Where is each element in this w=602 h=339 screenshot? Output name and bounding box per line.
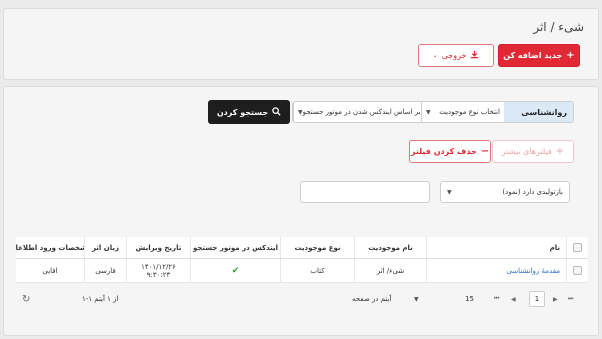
cell-entity-type: کتاب <box>280 259 354 282</box>
cell-entry-info: اقایی <box>42 266 58 275</box>
search-term[interactable]: روانشناسی <box>503 102 573 122</box>
page-title: شیء / اثر <box>533 20 584 34</box>
search-icon <box>272 106 281 118</box>
more-filters-button[interactable]: فیلترهای بیشتر + <box>492 140 574 163</box>
per-page-label: آیتم در صفحه <box>352 295 392 303</box>
current-page[interactable]: 1 <box>529 291 545 307</box>
table-row[interactable]: مقدمهٔ روانشناسی شیء/ اثر کتاب ✔ ۱۴۰۱/۱۲… <box>16 259 588 283</box>
col-header-entry-info[interactable]: مشخصات ورود اطلاعات <box>16 237 84 258</box>
add-new-label: جدید اضافه کن <box>503 51 563 60</box>
chevron-down-icon: ⌄ <box>432 52 438 59</box>
cell-name: مقدمهٔ روانشناسی <box>426 259 566 282</box>
caret-down-icon: ▼ <box>414 295 419 303</box>
index-select[interactable]: ▼ بر اساس ایندکس شدن در موتور جستجو <box>293 102 421 122</box>
remove-filter-label: حذف کردن فیلتر <box>410 147 477 156</box>
results-table: نام نام موجودیت نوع موجودیت ایندکس در مو… <box>16 237 588 283</box>
filter-field-select[interactable]: ▼ بازتولیدی دارد (نمود) <box>440 181 570 203</box>
caret-down-icon: ▼ <box>447 188 452 196</box>
refresh-icon[interactable]: ↻ <box>22 294 30 305</box>
filter-value-input[interactable] <box>300 181 430 203</box>
plus-icon: + <box>555 146 565 157</box>
cell-edit-date: ۱۴۰۱/۱۲/۲۶ ۹:۳۰:۲۳ <box>126 259 190 282</box>
edit-date: ۱۴۰۱/۱۲/۲۶ <box>141 262 176 271</box>
search-bar: ▼ بر اساس ایندکس شدن در موتور جستجو ▼ ان… <box>292 101 574 123</box>
pagination-bar: ↻ ۱-۱ از ۱ آیتم آیتم در صفحه ▼ 15 ◀ ⏮ 1 … <box>16 287 588 311</box>
col-header-edit-date[interactable]: تاریخ ویرایش <box>126 237 190 258</box>
header-panel: شیء / اثر جدید اضافه کن + ⌄ خروجی <box>3 8 599 80</box>
row-name-link[interactable]: مقدمهٔ روانشناسی <box>506 267 560 275</box>
more-filters-label: فیلترهای بیشتر <box>501 147 552 156</box>
col-header-entity-type[interactable]: نوع موجودیت <box>280 237 354 258</box>
plus-icon: + <box>566 50 575 61</box>
select-all-checkbox[interactable] <box>573 243 582 252</box>
col-header-entity-name[interactable]: نام موجودیت <box>354 237 426 258</box>
check-icon: ✔ <box>231 265 240 276</box>
cell-language: فارسی <box>84 259 126 282</box>
col-header-language[interactable]: زبان اثر <box>84 237 126 258</box>
col-header-indexed[interactable]: ایندکس در موتور جستجو <box>190 237 280 258</box>
main-panel: ▼ بر اساس ایندکس شدن در موتور جستجو ▼ ان… <box>3 86 599 336</box>
col-header-name[interactable]: نام <box>426 237 566 258</box>
row-checkbox-cell <box>566 259 588 282</box>
download-icon <box>470 50 479 61</box>
last-page-icon[interactable]: ⏭ <box>568 295 573 303</box>
select-all-cell <box>566 237 588 258</box>
edit-time: ۹:۳۰:۲۳ <box>146 270 171 279</box>
search-button[interactable]: جستجو کردن <box>208 100 290 124</box>
remove-filter-button[interactable]: حذف کردن فیلتر − <box>409 140 491 163</box>
cell-indexed: ✔ <box>190 259 280 282</box>
export-button[interactable]: ⌄ خروجی <box>418 44 494 67</box>
per-page-select[interactable]: ▼ 15 <box>414 295 474 303</box>
prev-page-icon[interactable]: ◀ <box>511 296 516 303</box>
cell-entity-name: شیء/ اثر <box>354 259 426 282</box>
export-label: خروجی <box>441 51 467 60</box>
minus-icon: − <box>480 146 490 157</box>
search-button-label: جستجو کردن <box>216 107 269 117</box>
entity-type-select[interactable]: ▼ انتخاب نوع موجودیت <box>421 102 504 122</box>
caret-down-icon: ▼ <box>426 108 431 116</box>
first-page-icon[interactable]: ⏮ <box>494 295 499 303</box>
range-text: ۱-۱ از ۱ آیتم <box>82 295 119 303</box>
table-header: نام نام موجودیت نوع موجودیت ایندکس در مو… <box>16 237 588 259</box>
add-new-button[interactable]: جدید اضافه کن + <box>498 44 580 67</box>
row-checkbox[interactable] <box>573 266 582 275</box>
next-page-icon[interactable]: ▶ <box>553 296 558 303</box>
